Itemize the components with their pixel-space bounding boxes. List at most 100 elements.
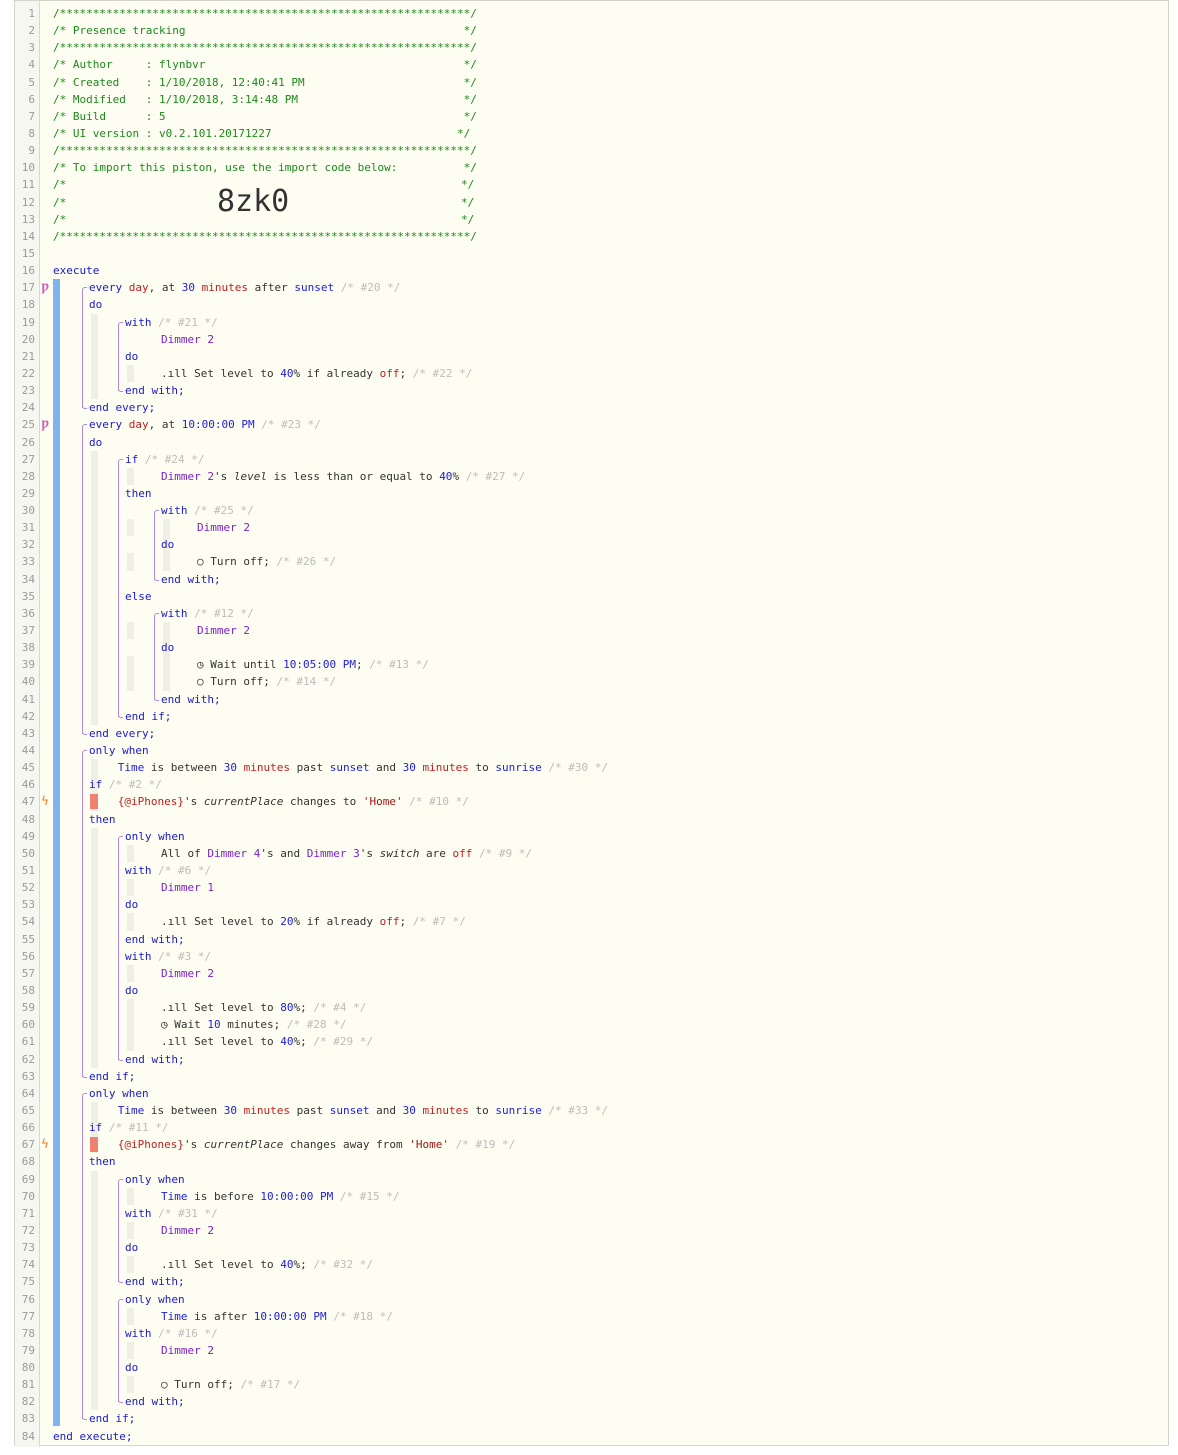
code-text[interactable]: execute xyxy=(53,262,99,279)
code-text[interactable]: do xyxy=(161,639,174,656)
code-text[interactable]: ◷ Wait 10 minutes; /* #28 */ xyxy=(161,1016,346,1033)
code-text[interactable]: do xyxy=(89,434,102,451)
code-text[interactable]: ○ Turn off; /* #17 */ xyxy=(161,1376,300,1393)
code-text[interactable]: {@iPhones}'s currentPlace changes to 'Ho… xyxy=(118,793,469,810)
code-text[interactable]: end execute; xyxy=(53,1428,132,1445)
code-text[interactable]: All of Dimmer 4's and Dimmer 3's switch … xyxy=(161,845,532,862)
code-text[interactable]: only when xyxy=(125,828,185,845)
code-text[interactable]: /***************************************… xyxy=(53,228,477,245)
code-text[interactable]: then xyxy=(89,811,116,828)
code-text[interactable]: .ıll Set level to 40%; /* #32 */ xyxy=(161,1256,373,1273)
code-text[interactable]: .ıll Set level to 40% if already off; /*… xyxy=(161,365,472,382)
code-text[interactable]: end with; xyxy=(161,571,221,588)
code-text[interactable]: Dimmer 1 xyxy=(161,879,214,896)
code-text[interactable]: if /* #11 */ xyxy=(89,1119,168,1136)
keyword: with xyxy=(125,1326,152,1340)
code-text[interactable]: end every; xyxy=(89,399,155,416)
code-text[interactable]: do xyxy=(125,348,138,365)
code-text[interactable]: Time is before 10:00:00 PM /* #15 */ xyxy=(161,1188,399,1205)
code-text[interactable]: end every; xyxy=(89,725,155,742)
code-text[interactable]: /* To import this piston, use the import… xyxy=(53,159,477,176)
code-text[interactable]: every day, at 30 minutes after sunset /*… xyxy=(89,279,400,296)
code-text[interactable]: end with; xyxy=(125,1393,185,1410)
code-text[interactable]: Time is between 30 minutes past sunset a… xyxy=(118,1102,608,1119)
code-text[interactable]: then xyxy=(89,1153,116,1170)
code-text[interactable]: only when xyxy=(89,1085,149,1102)
line-number: 60 xyxy=(21,1018,35,1032)
line-number: 21 xyxy=(21,349,35,363)
code-text[interactable]: only when xyxy=(125,1291,185,1308)
code-line: 42 end if; xyxy=(15,708,1169,725)
code-line: 50 All of Dimmer 4's and Dimmer 3's switc… xyxy=(15,845,1169,862)
code-text[interactable]: /* Created : 1/10/2018, 12:40:41 PM */ xyxy=(53,74,477,91)
code-text[interactable]: .ıll Set level to 20% if already off; /*… xyxy=(161,913,466,930)
punct xyxy=(217,1104,224,1117)
code-text[interactable]: end with; xyxy=(161,691,221,708)
code-text[interactable]: then xyxy=(125,485,152,502)
code-text[interactable]: with /* #6 */ xyxy=(125,862,211,879)
header-comment: /* Presence tracking */ xyxy=(53,24,477,38)
code-text[interactable]: every day, at 10:00:00 PM /* #23 */ xyxy=(89,416,321,433)
attribute: level xyxy=(233,469,267,483)
code-text[interactable]: end if; xyxy=(125,708,171,725)
code-text[interactable]: .ıll Set level to 80%; /* #4 */ xyxy=(161,999,366,1016)
code-text[interactable]: Dimmer 2 xyxy=(161,965,214,982)
code-text[interactable]: only when xyxy=(125,1171,185,1188)
code-text[interactable]: .ıll Set level to 40%; /* #29 */ xyxy=(161,1033,373,1050)
code-text[interactable]: with /* #12 */ xyxy=(161,605,254,622)
line-number: 46 xyxy=(21,778,35,792)
code-text[interactable]: {@iPhones}'s currentPlace changes away f… xyxy=(118,1136,515,1153)
code-text[interactable]: end with; xyxy=(125,1051,185,1068)
code-text[interactable]: /* Build : 5 */ xyxy=(53,108,477,125)
code-text[interactable]: Dimmer 2 xyxy=(197,622,250,639)
code-text[interactable]: /* xyxy=(53,176,66,193)
keyword: end with; xyxy=(161,572,221,586)
code-text[interactable]: Time is between 30 minutes past sunset a… xyxy=(118,759,608,776)
code-text[interactable]: Dimmer 2 xyxy=(161,1342,214,1359)
code-text[interactable]: /* Presence tracking */ xyxy=(53,22,477,39)
event: sunset xyxy=(329,1103,370,1117)
code-text[interactable]: do xyxy=(125,1239,138,1256)
code-text[interactable]: if /* #24 */ xyxy=(125,451,204,468)
code-text[interactable]: Dimmer 2 xyxy=(161,1222,214,1239)
code-text[interactable]: Dimmer 2 xyxy=(197,519,250,536)
code-text[interactable]: end if; xyxy=(89,1068,135,1085)
code-text[interactable]: /* xyxy=(53,194,66,211)
code-text[interactable]: ○ Turn off; /* #14 */ xyxy=(197,673,336,690)
code-text[interactable]: end with; xyxy=(125,382,185,399)
code-text[interactable]: else xyxy=(125,588,152,605)
comment: /* #33 */ xyxy=(548,1103,608,1117)
token: Wait until xyxy=(210,658,277,672)
code-text[interactable]: /***************************************… xyxy=(53,39,477,56)
code-text[interactable]: if /* #2 */ xyxy=(89,776,162,793)
token: Set level to xyxy=(194,366,274,380)
code-text[interactable]: only when xyxy=(89,742,149,759)
code-text[interactable]: do xyxy=(89,296,102,313)
code-text[interactable]: ◷ Wait until 10:05:00 PM; /* #13 */ xyxy=(197,656,429,673)
code-text[interactable]: /* Modified : 1/10/2018, 3:14:48 PM */ xyxy=(53,91,477,108)
code-text[interactable]: with /* #25 */ xyxy=(161,502,254,519)
code-text[interactable]: with /* #31 */ xyxy=(125,1205,218,1222)
code-text[interactable]: Dimmer 2's level is less than or equal t… xyxy=(161,468,525,485)
code-text[interactable]: with /* #21 */ xyxy=(125,314,218,331)
comment: /* #3 */ xyxy=(158,949,212,963)
code-text[interactable]: end with; xyxy=(125,931,185,948)
code-text[interactable]: ○ Turn off; /* #26 */ xyxy=(197,553,336,570)
code-text[interactable]: end if; xyxy=(89,1410,135,1427)
code-text[interactable]: Time is after 10:00:00 PM /* #18 */ xyxy=(161,1308,393,1325)
code-text[interactable]: /* UI version : v0.2.101.20171227 */ xyxy=(53,125,470,142)
code-text[interactable]: /* Author : flynbvr */ xyxy=(53,56,477,73)
keyword: end with; xyxy=(125,384,185,398)
code-text[interactable]: with /* #3 */ xyxy=(125,948,211,965)
code-text[interactable]: Dimmer 2 xyxy=(161,331,214,348)
code-text[interactable]: do xyxy=(125,1359,138,1376)
code-text[interactable]: /***************************************… xyxy=(53,5,477,22)
code-text[interactable]: do xyxy=(161,536,174,553)
code-text[interactable]: do xyxy=(125,982,138,999)
code-text[interactable]: /***************************************… xyxy=(53,142,477,159)
code-text[interactable]: do xyxy=(125,896,138,913)
code-text[interactable]: with /* #16 */ xyxy=(125,1325,218,1342)
code-text[interactable]: end with; xyxy=(125,1273,185,1290)
punct: ○ xyxy=(161,1378,175,1392)
code-text[interactable]: /* xyxy=(53,211,66,228)
